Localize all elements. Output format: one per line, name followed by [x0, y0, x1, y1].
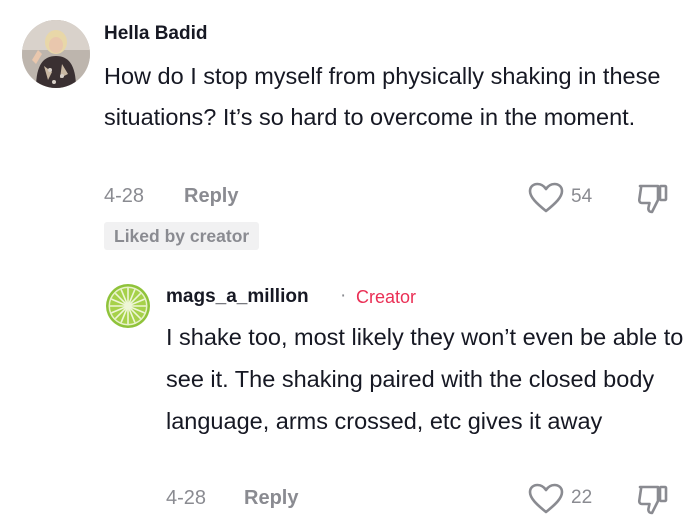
dislike-button[interactable] [636, 483, 670, 522]
reply-button[interactable]: Reply [184, 185, 238, 208]
heart-outline-icon [528, 483, 564, 514]
liked-by-creator-badge: Liked by creator [104, 222, 260, 250]
thumbs-down-icon [637, 485, 668, 515]
avatar[interactable] [22, 20, 90, 88]
lime-slice [104, 282, 152, 330]
comment-date: 4-28 [104, 185, 145, 207]
like-button[interactable] [528, 182, 564, 219]
comment-text: I shake too, most likely they won’t even… [166, 324, 684, 434]
comment-text: How do I stop myself from physically sha… [104, 63, 661, 130]
like-button[interactable] [528, 483, 564, 520]
like-count: 22 [571, 487, 593, 508]
comment-username[interactable]: mags_a_million [166, 286, 309, 308]
like-count: 54 [571, 186, 593, 207]
comment-date: 4-28 [166, 487, 207, 509]
heart-outline-icon [528, 182, 564, 213]
avatar[interactable] [104, 282, 152, 330]
comment-username[interactable]: Hella Badid [104, 23, 207, 45]
thumbs-down-icon [637, 184, 668, 214]
separator-dot: · [340, 285, 347, 306]
creator-label: Creator [356, 287, 417, 307]
reply-button[interactable]: Reply [244, 487, 298, 510]
dislike-button[interactable] [636, 182, 670, 221]
profile-photo [22, 20, 90, 88]
